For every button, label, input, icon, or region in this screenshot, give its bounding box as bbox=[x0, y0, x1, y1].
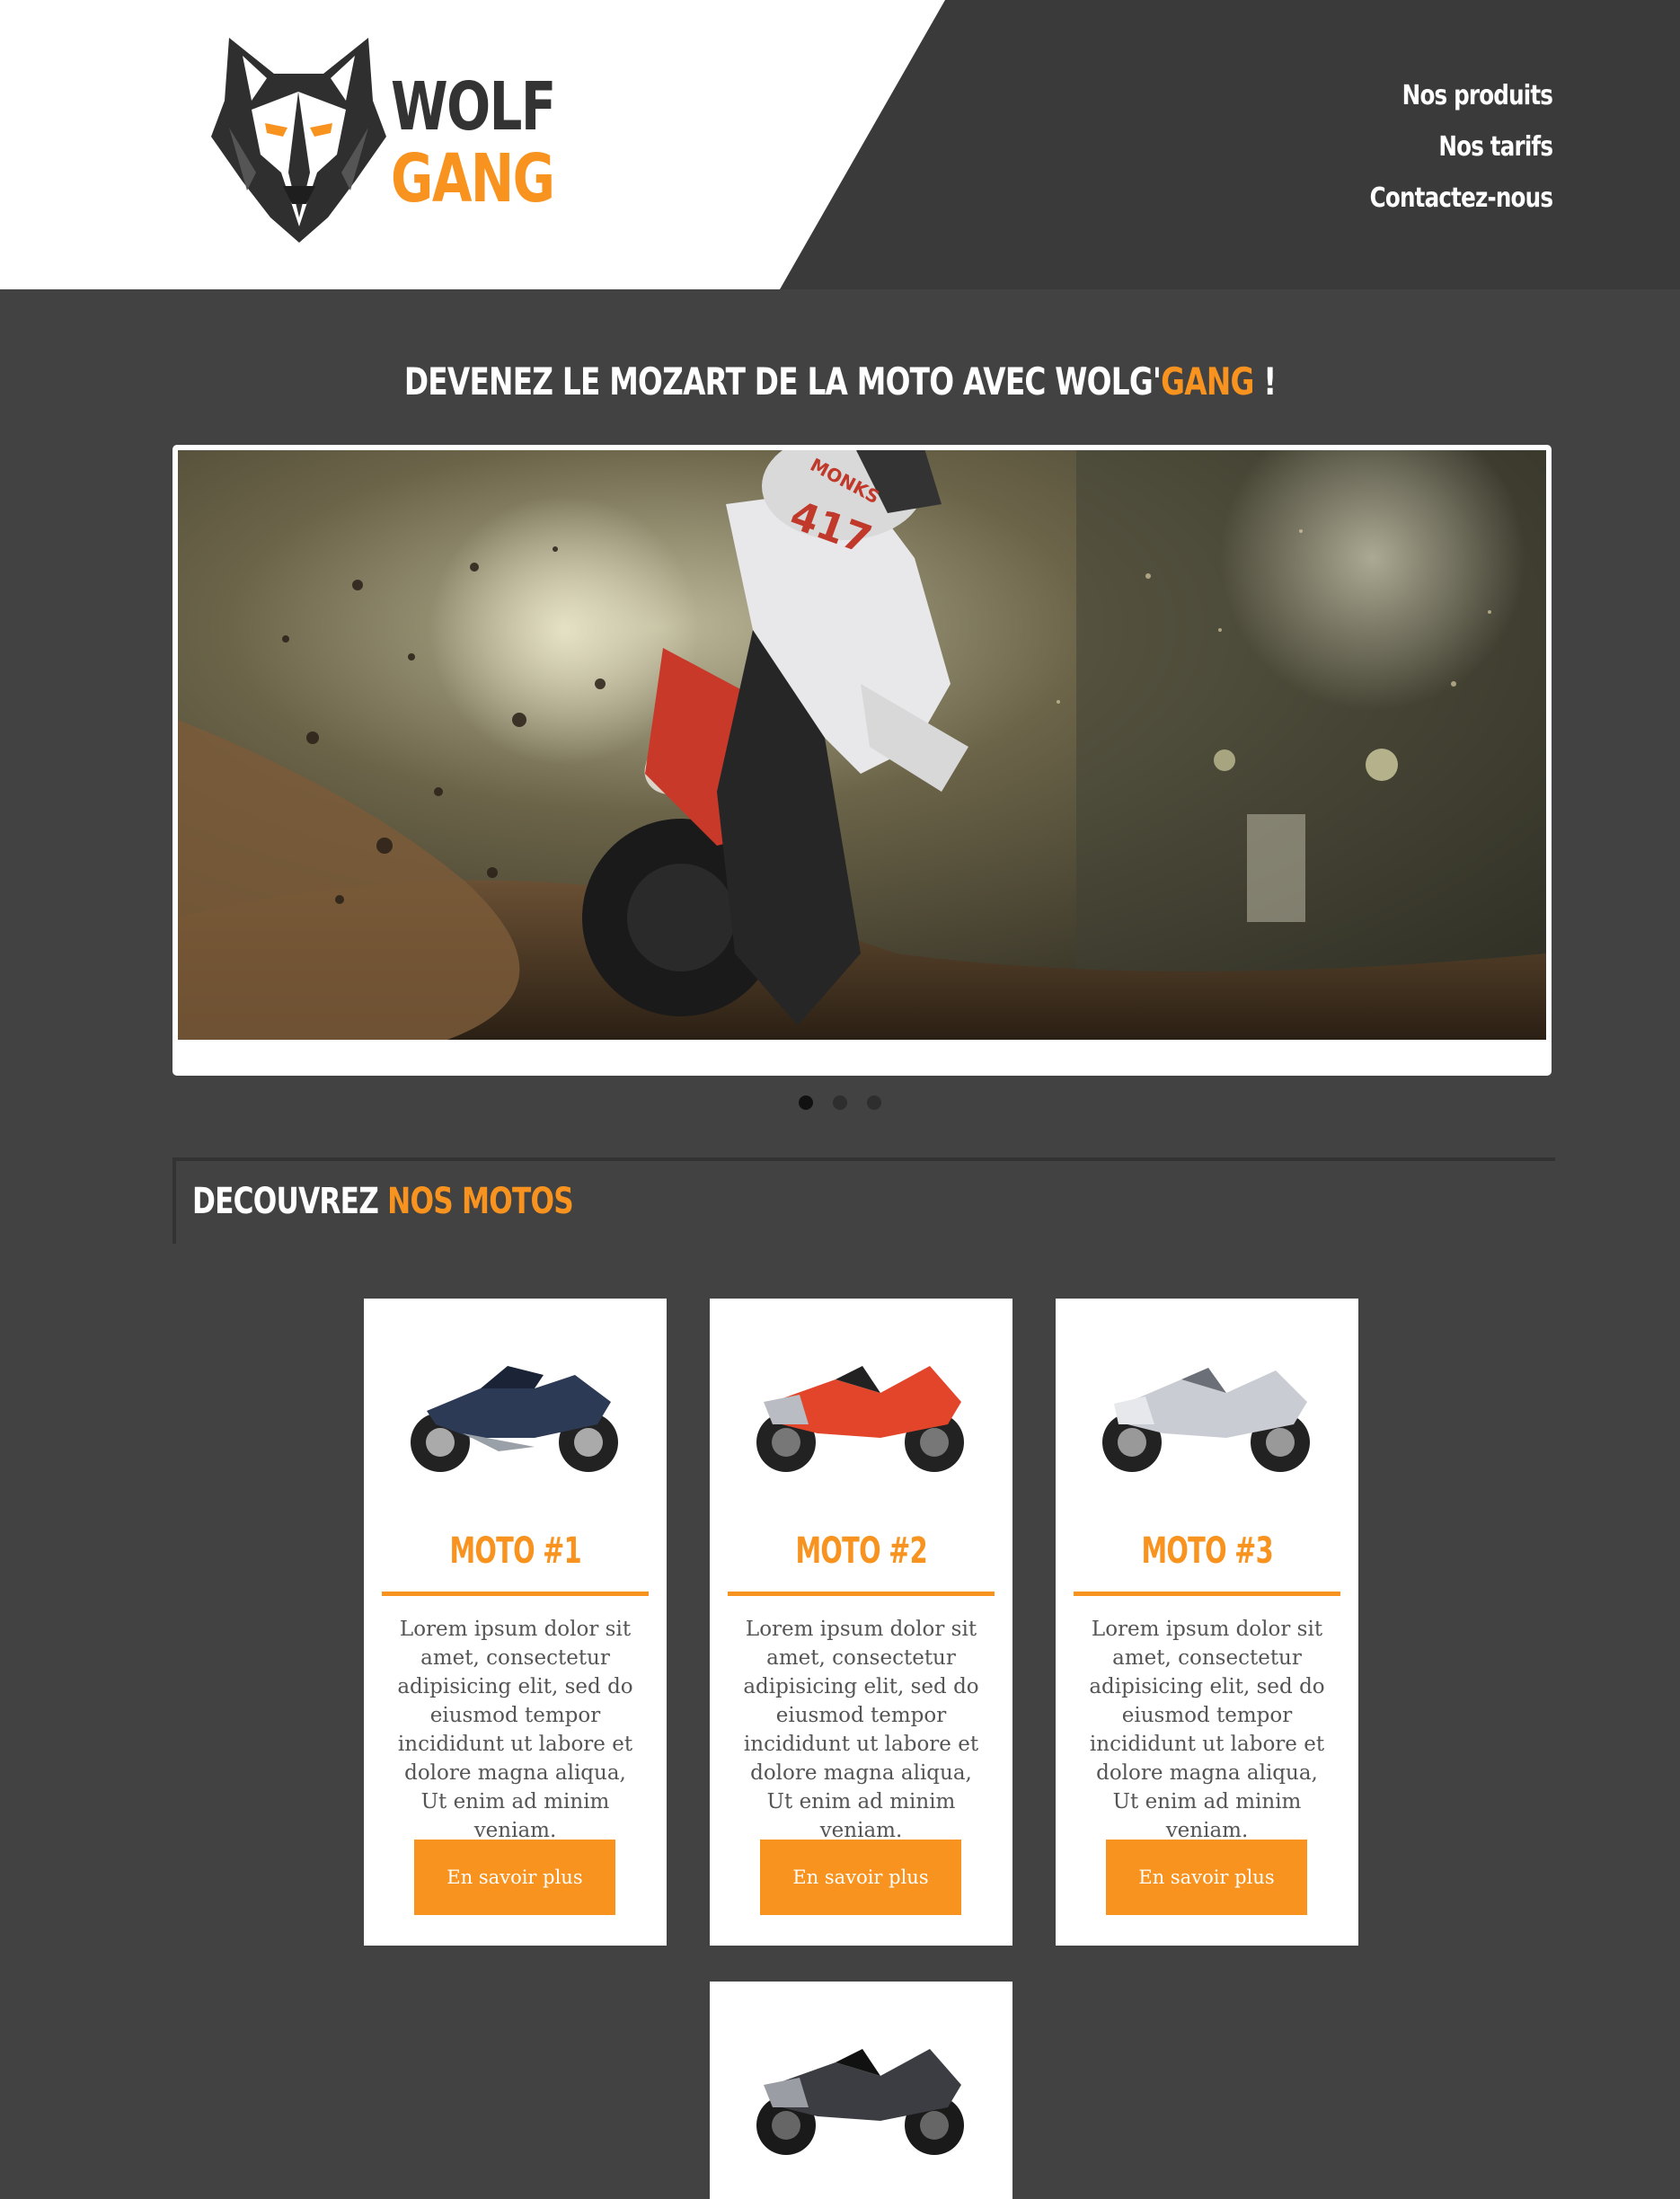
card-description: Lorem ipsum dolor sit amet, consectetur … bbox=[397, 1618, 633, 1842]
slider-dots bbox=[0, 1095, 1680, 1114]
card-divider bbox=[728, 1592, 995, 1596]
product-card-4 bbox=[710, 1982, 1012, 2199]
brand-line-1: WOLF bbox=[391, 68, 556, 146]
motorcycle-image-1 bbox=[411, 1366, 618, 1472]
brand-line-2: GANG bbox=[391, 140, 555, 217]
nav-item-contact[interactable]: Contactez-nous bbox=[1370, 173, 1553, 224]
motorcycle-image-4 bbox=[756, 2049, 964, 2155]
slider-dot-3[interactable] bbox=[867, 1095, 882, 1110]
main-nav: Nos produits Nos tarifs Contactez-nous bbox=[1330, 70, 1553, 224]
headline-prefix: DEVENEZ LE MOZART DE LA MOTO AVEC WOLG' bbox=[403, 359, 1162, 403]
section-title-accent: NOS MOTOS bbox=[387, 1181, 574, 1222]
section-title-prefix: DECOUVREZ bbox=[192, 1181, 388, 1222]
logo[interactable]: WOLF GANG bbox=[211, 38, 556, 244]
nav-item-produits[interactable]: Nos produits bbox=[1370, 70, 1553, 121]
motorcycle-image-3 bbox=[1102, 1368, 1310, 1472]
slider-dot-1[interactable] bbox=[798, 1095, 813, 1110]
hero-headline: DEVENEZ LE MOZART DE LA MOTO AVEC WOLG'G… bbox=[0, 359, 1680, 403]
card-divider bbox=[1074, 1592, 1340, 1596]
section-heading: DECOUVREZ NOS MOTOS bbox=[172, 1157, 1555, 1244]
motorcycle-image-2 bbox=[756, 1366, 964, 1472]
card-title: MOTO #1 bbox=[449, 1530, 581, 1572]
headline-accent: GANG bbox=[1161, 359, 1254, 403]
learn-more-button-3[interactable]: En savoir plus bbox=[1106, 1840, 1307, 1915]
learn-more-button-2[interactable]: En savoir plus bbox=[760, 1840, 961, 1915]
slide-motocross-image: 417 MONKS bbox=[178, 450, 1546, 1040]
card-title: MOTO #2 bbox=[795, 1530, 927, 1572]
slider-dot-2[interactable] bbox=[833, 1095, 847, 1110]
card-divider bbox=[382, 1592, 649, 1596]
image-slider[interactable]: 417 MONKS bbox=[172, 445, 1552, 1076]
learn-more-button-1[interactable]: En savoir plus bbox=[414, 1840, 615, 1915]
headline-suffix: ! bbox=[1253, 359, 1277, 403]
card-description: Lorem ipsum dolor sit amet, consectetur … bbox=[743, 1618, 979, 1842]
card-description: Lorem ipsum dolor sit amet, consectetur … bbox=[1089, 1618, 1325, 1842]
product-card-2: MOTO #2 Lorem ipsum dolor sit amet, cons… bbox=[710, 1299, 1012, 1946]
wolf-head-icon bbox=[211, 38, 386, 243]
nav-item-tarifs[interactable]: Nos tarifs bbox=[1370, 121, 1553, 173]
product-card-1: MOTO #1 Lorem ipsum dolor sit amet, cons… bbox=[364, 1299, 667, 1946]
product-card-3: MOTO #3 Lorem ipsum dolor sit amet, cons… bbox=[1056, 1299, 1358, 1946]
card-title: MOTO #3 bbox=[1141, 1530, 1273, 1572]
